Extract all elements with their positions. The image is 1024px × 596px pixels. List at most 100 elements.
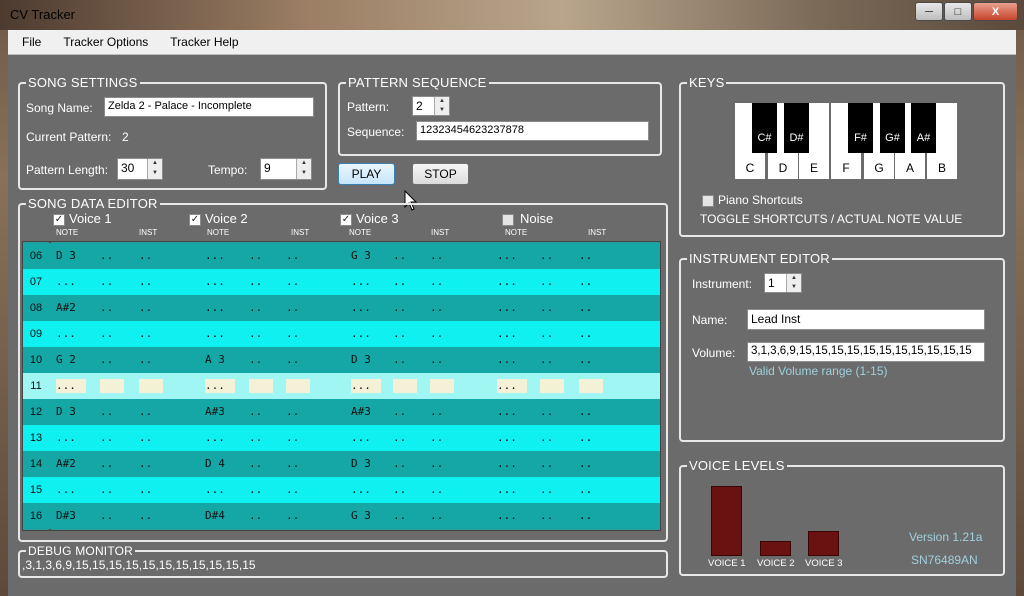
inst-cell[interactable]: .. <box>100 503 113 529</box>
inst-cell[interactable]: .. <box>393 321 406 347</box>
inst-cell[interactable]: .. <box>139 321 152 347</box>
note-cell[interactable]: A#3 <box>205 399 225 425</box>
inst-cell[interactable] <box>540 379 564 393</box>
inst-cell[interactable] <box>286 379 310 393</box>
note-cell[interactable]: ... <box>205 269 225 295</box>
pattern-grid[interactable]: 06 D 3........... G 3........... 07........… <box>22 241 661 531</box>
inst-cell[interactable]: .. <box>139 269 152 295</box>
key-c-sharp[interactable]: C# <box>752 103 777 153</box>
inst-cell[interactable]: .. <box>139 347 152 373</box>
inst-cell[interactable]: .. <box>249 269 262 295</box>
inst-cell[interactable]: .. <box>579 451 592 477</box>
inst-cell[interactable]: .. <box>139 477 152 503</box>
inst-cell[interactable]: .. <box>100 295 113 321</box>
inst-cell[interactable]: .. <box>249 321 262 347</box>
inst-cell[interactable]: .. <box>579 321 592 347</box>
inst-cell[interactable]: .. <box>249 451 262 477</box>
note-cell[interactable]: ... <box>56 379 86 393</box>
inst-cell[interactable]: .. <box>393 295 406 321</box>
note-cell[interactable]: ... <box>497 477 517 503</box>
inst-cell[interactable]: .. <box>286 425 299 451</box>
voice1-checkbox[interactable]: ✓ <box>53 214 65 226</box>
spin-up-icon[interactable]: ▲ <box>148 159 162 169</box>
table-row[interactable]: 10 G 2.... A 3.... D 3........... <box>23 347 660 373</box>
spin-down-icon[interactable]: ▼ <box>148 169 162 179</box>
inst-cell[interactable]: .. <box>540 477 553 503</box>
note-cell[interactable]: D 3 <box>351 451 371 477</box>
inst-cell[interactable]: .. <box>139 243 152 269</box>
note-cell[interactable]: D 4 <box>205 451 225 477</box>
inst-cell[interactable]: .. <box>393 503 406 529</box>
menu-tracker-help[interactable]: Tracker Help <box>162 35 246 49</box>
note-cell[interactable]: D#3 <box>56 503 76 529</box>
inst-cell[interactable] <box>249 379 273 393</box>
inst-cell[interactable]: .. <box>540 503 553 529</box>
inst-cell[interactable]: .. <box>286 295 299 321</box>
inst-cell[interactable]: .. <box>393 347 406 373</box>
note-cell[interactable]: ... <box>497 295 517 321</box>
piano-shortcuts-checkbox[interactable] <box>702 195 714 207</box>
inst-cell[interactable]: .. <box>100 477 113 503</box>
inst-cell[interactable]: .. <box>249 399 262 425</box>
inst-cell[interactable] <box>139 379 163 393</box>
spin-down-icon[interactable]: ▼ <box>435 106 449 115</box>
pattern-stepper[interactable]: 2 ▲ ▼ <box>412 96 450 116</box>
song-name-field[interactable]: Zelda 2 - Palace - Incomplete <box>104 97 314 117</box>
note-cell[interactable]: ... <box>351 321 371 347</box>
note-cell[interactable]: ... <box>56 269 76 295</box>
instrument-stepper[interactable]: 1 ▲ ▼ <box>764 273 802 293</box>
inst-cell[interactable]: .. <box>430 243 443 269</box>
menu-tracker-options[interactable]: Tracker Options <box>55 35 156 49</box>
note-cell[interactable]: ... <box>497 425 517 451</box>
inst-cell[interactable]: .. <box>393 399 406 425</box>
note-cell[interactable]: ... <box>205 425 225 451</box>
note-cell[interactable]: A#3 <box>351 399 371 425</box>
inst-cell[interactable]: .. <box>430 321 443 347</box>
instrument-name-field[interactable]: Lead Inst <box>747 309 985 330</box>
maximize-button[interactable]: □ <box>944 2 972 21</box>
inst-cell[interactable]: .. <box>540 269 553 295</box>
note-cell[interactable]: ... <box>56 321 76 347</box>
inst-cell[interactable]: .. <box>100 451 113 477</box>
inst-cell[interactable]: .. <box>430 269 443 295</box>
inst-cell[interactable]: .. <box>100 399 113 425</box>
inst-cell[interactable]: .. <box>286 243 299 269</box>
inst-cell[interactable]: .. <box>139 399 152 425</box>
note-cell[interactable]: ... <box>205 243 225 269</box>
inst-cell[interactable]: .. <box>430 295 443 321</box>
note-cell[interactable]: ... <box>497 379 527 393</box>
inst-cell[interactable]: .. <box>249 347 262 373</box>
inst-cell[interactable]: .. <box>249 477 262 503</box>
note-cell[interactable]: ... <box>497 503 517 529</box>
inst-cell[interactable]: .. <box>393 243 406 269</box>
voice2-checkbox[interactable]: ✓ <box>189 214 201 226</box>
spin-up-icon[interactable]: ▲ <box>787 274 801 283</box>
inst-cell[interactable]: .. <box>286 399 299 425</box>
table-row[interactable]: 15............................ <box>23 477 660 503</box>
current-row[interactable]: 11............ <box>23 373 660 399</box>
inst-cell[interactable]: .. <box>100 321 113 347</box>
inst-cell[interactable]: .. <box>139 425 152 451</box>
inst-cell[interactable]: .. <box>579 399 592 425</box>
inst-cell[interactable]: .. <box>286 321 299 347</box>
inst-cell[interactable] <box>100 379 124 393</box>
inst-cell[interactable]: .. <box>579 269 592 295</box>
note-cell[interactable]: A 3 <box>205 347 225 373</box>
inst-cell[interactable]: .. <box>430 503 443 529</box>
spin-up-icon[interactable]: ▲ <box>297 159 311 169</box>
inst-cell[interactable]: .. <box>540 321 553 347</box>
note-cell[interactable]: ... <box>205 477 225 503</box>
note-cell[interactable]: ... <box>351 425 371 451</box>
inst-cell[interactable]: .. <box>139 503 152 529</box>
table-row[interactable]: 12 D 3.... A#3.... A#3........... <box>23 399 660 425</box>
key-f-sharp[interactable]: F# <box>848 103 873 153</box>
note-cell[interactable]: ... <box>497 347 517 373</box>
inst-cell[interactable] <box>579 379 603 393</box>
sequence-field[interactable]: 12323454623237878 <box>416 121 649 141</box>
note-cell[interactable]: G 3 <box>351 503 371 529</box>
note-cell[interactable]: ... <box>351 477 371 503</box>
note-cell[interactable]: ... <box>205 295 225 321</box>
table-row[interactable]: 08 A#2......................... <box>23 295 660 321</box>
note-cell[interactable]: ... <box>497 269 517 295</box>
close-button[interactable]: X <box>973 2 1018 21</box>
